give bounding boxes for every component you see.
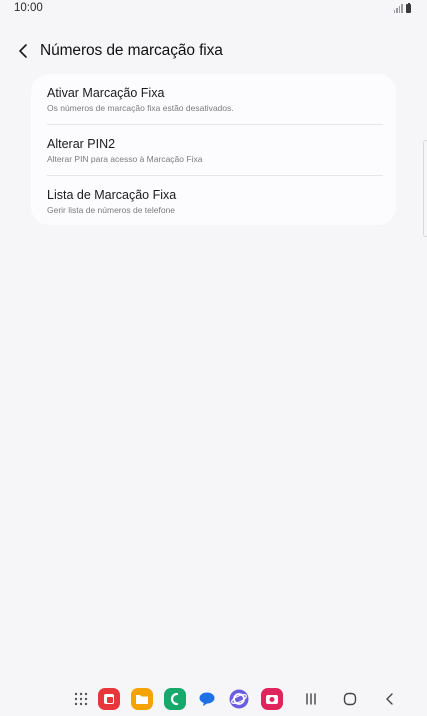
setting-subtitle: Alterar PIN para acesso à Marcação Fixa — [47, 154, 203, 164]
setting-fdn-list[interactable]: Lista de Marcação Fixa Gerir lista de nú… — [31, 176, 396, 226]
app-messages-icon[interactable] — [196, 688, 218, 710]
setting-subtitle: Os números de marcação fixa estão desati… — [47, 103, 234, 113]
navigation-bar — [0, 682, 427, 716]
app-camera-icon[interactable] — [261, 688, 283, 710]
home-icon[interactable] — [339, 688, 361, 710]
back-icon[interactable] — [379, 688, 401, 710]
app-internet-icon[interactable] — [228, 688, 250, 710]
app-phone-icon[interactable] — [164, 688, 186, 710]
app-red-icon[interactable] — [98, 688, 120, 710]
app-files-icon[interactable] — [131, 688, 153, 710]
setting-title: Alterar PIN2 — [47, 137, 116, 151]
back-button[interactable] — [10, 38, 36, 64]
setting-change-pin2[interactable]: Alterar PIN2 Alterar PIN para acesso à M… — [31, 125, 396, 175]
setting-activate-fdn[interactable]: Ativar Marcação Fixa Os números de marca… — [31, 74, 396, 124]
page-title: Números de marcação fixa — [40, 42, 223, 59]
setting-title: Lista de Marcação Fixa — [47, 188, 177, 202]
status-bar: 10:00 — [0, 0, 427, 18]
status-time: 10:00 — [14, 2, 43, 14]
edge-panel-handle[interactable] — [423, 140, 427, 237]
apps-grid-icon[interactable] — [70, 688, 92, 710]
setting-subtitle: Gerir lista de números de telefone — [47, 205, 176, 215]
status-icons — [393, 2, 411, 13]
chevron-left-icon — [19, 44, 27, 58]
signal-icon — [393, 4, 403, 13]
header: Números de marcação fixa — [0, 36, 427, 66]
setting-title: Ativar Marcação Fixa — [47, 86, 165, 100]
settings-card: Ativar Marcação Fixa Os números de marca… — [31, 74, 396, 225]
recents-icon[interactable] — [300, 688, 322, 710]
battery-icon — [406, 2, 411, 13]
